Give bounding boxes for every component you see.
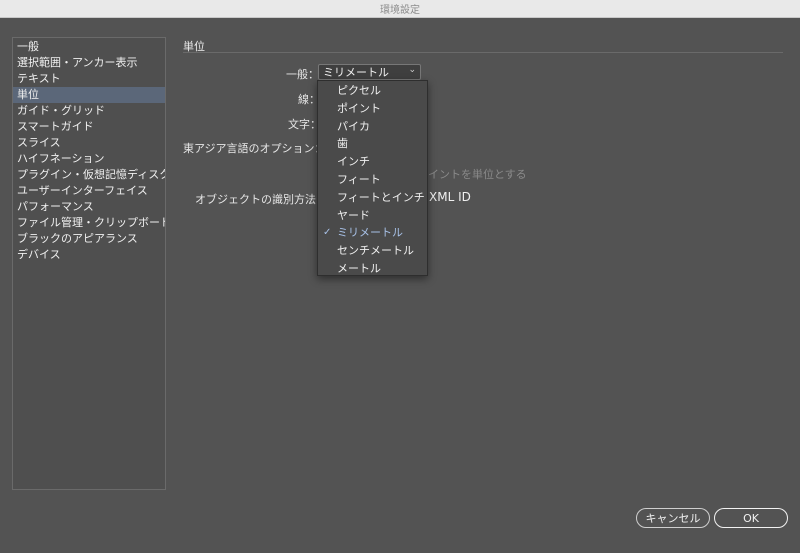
dropdown-option-points[interactable]: ポイント [318, 100, 427, 118]
general-units-value: ミリメートル [323, 66, 389, 79]
general-units-select[interactable]: ミリメートル ⌄ [318, 64, 421, 80]
points-as-unit-text: イントを単位とする [428, 168, 527, 181]
sidebar-item-general[interactable]: 一般 [13, 39, 165, 55]
sidebar-item-black-appearance[interactable]: ブラックのアピアランス [13, 231, 165, 247]
sidebar-item-user-interface[interactable]: ユーザーインターフェイス [13, 183, 165, 199]
dropdown-option-millimeters-label: ミリメートル [337, 226, 403, 240]
sidebar-item-plugins-scratch[interactable]: プラグイン・仮想記憶ディスク [13, 167, 165, 183]
object-id-label: オブジェクトの識別方法： [195, 193, 327, 206]
ok-button[interactable]: OK [714, 508, 788, 528]
sidebar-item-devices[interactable]: デバイス [13, 247, 165, 263]
sidebar-item-selection-anchor[interactable]: 選択範囲・アンカー表示 [13, 55, 165, 71]
cancel-button[interactable]: キャンセル [636, 508, 710, 528]
dropdown-option-picas[interactable]: パイカ [318, 118, 427, 136]
window-title: 環境設定 [380, 5, 420, 16]
chevron-down-icon: ⌄ [408, 65, 416, 75]
sidebar: 一般 選択範囲・アンカー表示 テキスト 単位 ガイド・グリッド スマートガイド … [12, 37, 166, 490]
dropdown-option-ha[interactable]: 歯 [318, 135, 427, 153]
general-label: 一般： [286, 68, 319, 81]
preferences-window: 一般 選択範囲・アンカー表示 テキスト 単位 ガイド・グリッド スマートガイド … [0, 18, 800, 553]
units-dropdown-menu: ピクセル ポイント パイカ 歯 インチ フィート フィートとインチ ヤード ✓ … [317, 80, 428, 276]
xml-id-text: XML ID [429, 190, 471, 204]
dropdown-option-feet[interactable]: フィート [318, 171, 427, 189]
dropdown-option-pixels[interactable]: ピクセル [318, 82, 427, 100]
sidebar-item-slices[interactable]: スライス [13, 135, 165, 151]
dropdown-option-centimeters[interactable]: センチメートル [318, 242, 427, 260]
sidebar-item-smart-guides[interactable]: スマートガイド [13, 119, 165, 135]
dropdown-option-inches[interactable]: インチ [318, 153, 427, 171]
checkmark-icon: ✓ [323, 227, 332, 239]
dropdown-option-meters[interactable]: メートル [318, 260, 427, 278]
sidebar-item-performance[interactable]: パフォーマンス [13, 199, 165, 215]
dropdown-option-feet-inches[interactable]: フィートとインチ [318, 189, 427, 207]
dropdown-option-yards[interactable]: ヤード [318, 207, 427, 225]
sidebar-item-hyphenation[interactable]: ハイフネーション [13, 151, 165, 167]
title-bar: 環境設定 [0, 0, 800, 18]
sidebar-item-file-clipboard[interactable]: ファイル管理・クリップボード [13, 215, 165, 231]
sidebar-item-text[interactable]: テキスト [13, 71, 165, 87]
east-asian-options-label: 東アジア言語のオプション： [183, 142, 326, 155]
sidebar-item-units[interactable]: 単位 [13, 87, 165, 103]
dropdown-option-millimeters[interactable]: ✓ ミリメートル [318, 224, 427, 242]
sidebar-item-guides-grid[interactable]: ガイド・グリッド [13, 103, 165, 119]
section-divider [183, 52, 783, 53]
